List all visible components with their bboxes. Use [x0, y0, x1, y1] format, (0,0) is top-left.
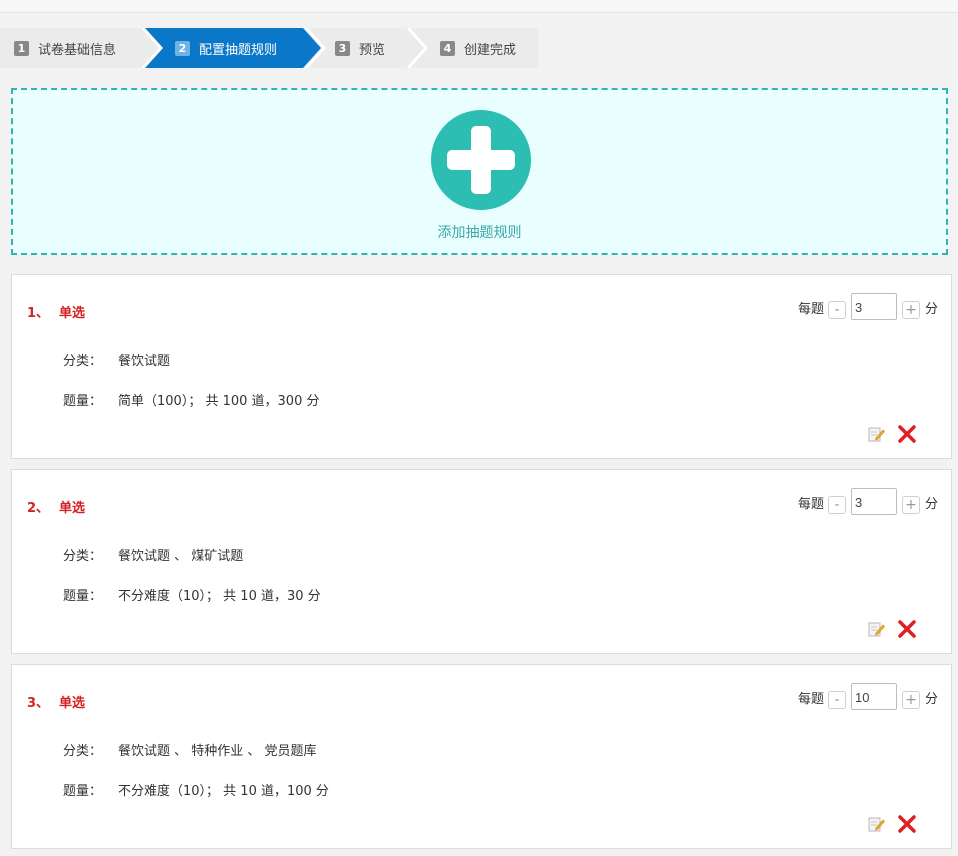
- increase-score-button[interactable]: +: [901, 301, 920, 319]
- score-per-question: 每题 - + 分: [798, 293, 938, 321]
- score-input[interactable]: [850, 488, 897, 515]
- rule-card-3: 3、单选 每题 - + 分 分类： 餐饮试题 、 特种作业 、 党员题库 题量： 不…: [11, 664, 952, 849]
- rule-title: 2、 单选: [27, 497, 85, 516]
- rule-type: 单选: [59, 696, 86, 711]
- delete-icon[interactable]: [898, 425, 916, 443]
- edit-icon[interactable]: [867, 620, 885, 638]
- category-row: 分类： 餐饮试题 、 煤矿试题: [63, 545, 243, 564]
- step-3-number: 3: [335, 40, 350, 56]
- rule-title: 3、 单选: [27, 692, 85, 711]
- amount-label: 题量：: [63, 589, 103, 604]
- category-row: 分类： 餐饮试题 、 特种作业 、 党员题库: [63, 740, 317, 759]
- amount-row: 题量： 不分难度（10）； 共 10 道，30 分: [63, 585, 321, 604]
- score-prefix: 每题: [797, 691, 824, 707]
- score-input[interactable]: [850, 683, 897, 710]
- category-label: 分类：: [63, 354, 103, 369]
- rule-card-2: 2、单选 每题 - + 分 分类： 餐饮试题 、 煤矿试题 题量： 不分难度（10）…: [11, 469, 952, 654]
- step-progress: 1 试卷基础信息 2 配置抽题规则 3 预览 4 创建完成: [0, 28, 538, 68]
- category-value: 餐饮试题 、 特种作业 、 党员题库: [118, 744, 317, 759]
- step-1-number: 1: [14, 40, 29, 56]
- amount-row: 题量： 简单（100）； 共 100 道，300 分: [63, 390, 319, 409]
- rule-title: 1、 单选: [27, 302, 85, 321]
- amount-value: 不分难度（10）； 共 10 道，100 分: [118, 784, 329, 799]
- increase-score-button[interactable]: +: [901, 496, 920, 514]
- step-1[interactable]: 1 试卷基础信息: [14, 28, 116, 68]
- score-suffix: 分: [924, 301, 938, 317]
- score-suffix: 分: [924, 496, 938, 512]
- score-input[interactable]: [850, 293, 897, 320]
- rule-type: 单选: [59, 501, 86, 516]
- amount-value: 不分难度（10）； 共 10 道，30 分: [118, 589, 321, 604]
- step-4[interactable]: 4 创建完成: [440, 28, 516, 68]
- add-rule-label[interactable]: 添加抽题规则: [13, 222, 946, 242]
- delete-icon[interactable]: [898, 620, 916, 638]
- rule-index: 3、: [27, 696, 50, 711]
- decrease-score-button[interactable]: -: [827, 496, 846, 514]
- step-2-number: 2: [175, 40, 190, 56]
- score-per-question: 每题 - + 分: [798, 683, 938, 711]
- edit-icon[interactable]: [867, 425, 885, 443]
- amount-row: 题量： 不分难度（10）； 共 10 道，100 分: [63, 780, 329, 799]
- category-value: 餐饮试题 、 煤矿试题: [118, 549, 244, 564]
- score-suffix: 分: [924, 691, 938, 707]
- score-prefix: 每题: [797, 301, 824, 317]
- step-3-label: 预览: [359, 42, 386, 58]
- step-4-label: 创建完成: [464, 42, 517, 58]
- step-2[interactable]: 2 配置抽题规则: [175, 28, 277, 68]
- step-4-number: 4: [440, 40, 455, 56]
- rule-index: 1、: [27, 306, 50, 321]
- step-3[interactable]: 3 预览: [335, 28, 385, 68]
- increase-score-button[interactable]: +: [901, 691, 920, 709]
- category-label: 分类：: [63, 549, 103, 564]
- score-prefix: 每题: [797, 496, 824, 512]
- edit-icon[interactable]: [867, 815, 885, 833]
- score-per-question: 每题 - + 分: [798, 488, 938, 516]
- decrease-score-button[interactable]: -: [827, 691, 846, 709]
- step-2-label: 配置抽题规则: [199, 42, 278, 58]
- add-rule-area[interactable]: 添加抽题规则: [11, 88, 948, 255]
- rule-type: 单选: [59, 306, 86, 321]
- amount-value: 简单（100）； 共 100 道，300 分: [118, 394, 320, 409]
- amount-label: 题量：: [63, 784, 103, 799]
- top-bar: [0, 0, 958, 13]
- delete-icon[interactable]: [898, 815, 916, 833]
- category-value: 餐饮试题: [118, 354, 171, 369]
- rule-index: 2、: [27, 501, 50, 516]
- step-1-label: 试卷基础信息: [38, 42, 117, 58]
- rule-card-1: 1、单选 每题 - + 分 分类： 餐饮试题 题量： 简单（100）； 共 100 …: [11, 274, 952, 459]
- decrease-score-button[interactable]: -: [827, 301, 846, 319]
- category-row: 分类： 餐饮试题: [63, 350, 170, 369]
- plus-icon[interactable]: [431, 110, 531, 210]
- category-label: 分类：: [63, 744, 103, 759]
- amount-label: 题量：: [63, 394, 103, 409]
